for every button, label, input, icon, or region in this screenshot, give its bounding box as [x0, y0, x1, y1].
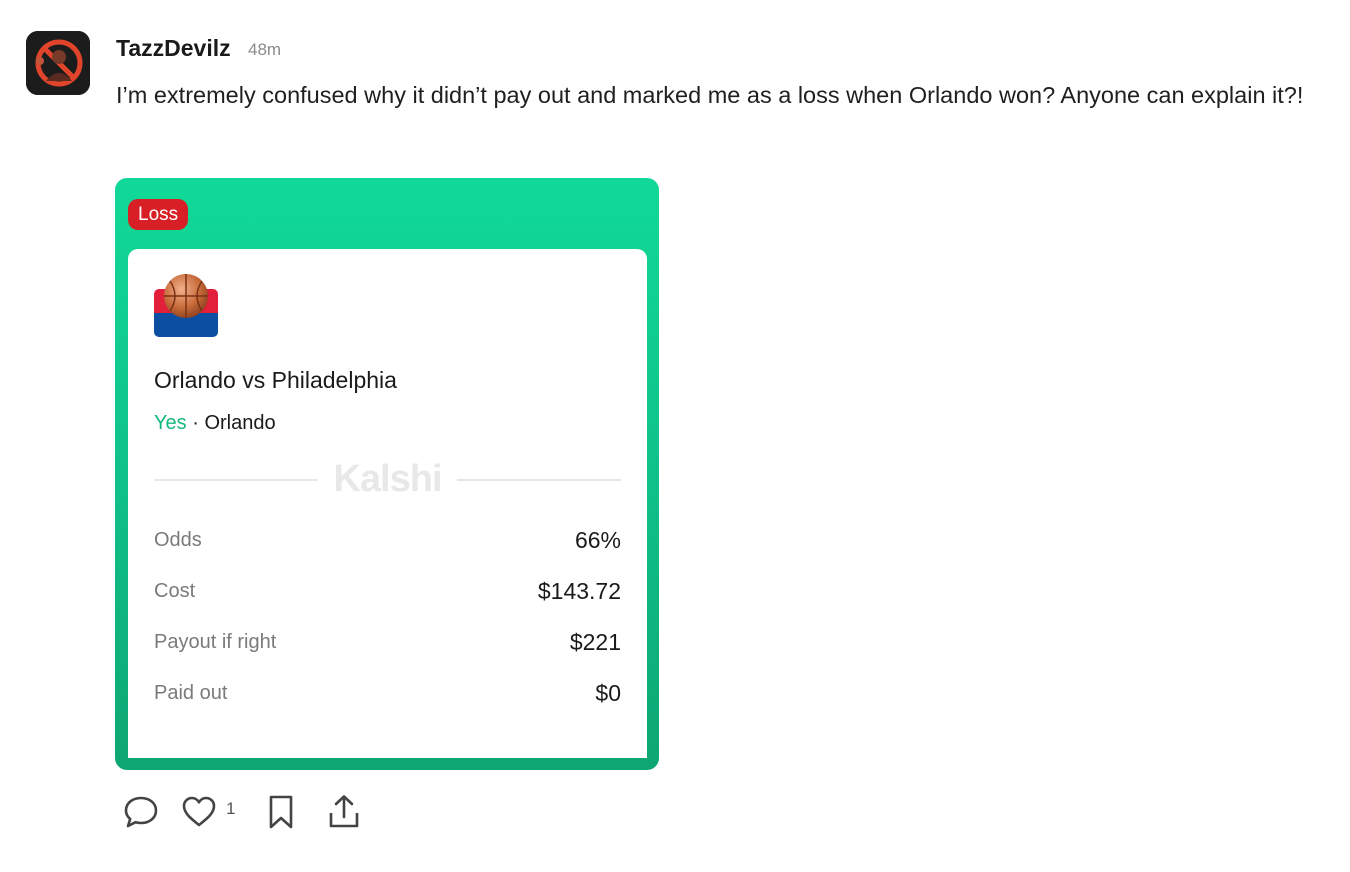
avatar-image — [26, 31, 90, 95]
stat-label: Cost — [154, 580, 196, 602]
pick-line: Yes · Orlando — [154, 412, 276, 435]
stat-value: $221 — [569, 629, 621, 655]
stat-label: Odds — [154, 529, 202, 551]
basketball-market-icon — [154, 274, 218, 337]
post-timestamp[interactable]: 48m — [248, 40, 281, 60]
stat-label: Payout if right — [154, 631, 277, 653]
share-icon[interactable] — [324, 793, 364, 831]
username[interactable]: TazzDevilz — [116, 35, 231, 62]
pick-side: Yes — [154, 412, 187, 434]
stat-value: $143.72 — [537, 578, 621, 604]
bet-card[interactable]: Loss Orlando vs Philadelphia Yes · Orlan… — [115, 178, 659, 770]
divider-line-right — [457, 479, 621, 481]
stat-row-cost: Cost $143.72 — [154, 576, 621, 606]
heart-icon[interactable] — [180, 793, 218, 831]
stat-row-paid-out: Paid out $0 — [154, 678, 621, 708]
bet-card-body: Orlando vs Philadelphia Yes · Orlando Ka… — [128, 249, 647, 758]
bookmark-icon[interactable] — [262, 793, 300, 831]
stat-row-odds: Odds 66% — [154, 525, 621, 555]
like-count: 1 — [226, 799, 236, 818]
comment-icon[interactable] — [122, 793, 160, 831]
brand-divider: Kalshi — [154, 457, 621, 501]
pick-team: Orlando — [204, 412, 276, 434]
stat-value: 66% — [574, 527, 621, 553]
post-text: I’m extremely confused why it didn’t pay… — [116, 82, 1304, 108]
stat-label: Paid out — [154, 682, 228, 704]
stat-value: $0 — [595, 680, 621, 706]
market-title: Orlando vs Philadelphia — [154, 367, 397, 393]
avatar[interactable] — [26, 31, 90, 95]
pick-separator: · — [192, 412, 199, 434]
stat-row-payout: Payout if right $221 — [154, 627, 621, 657]
result-badge: Loss — [128, 199, 189, 230]
